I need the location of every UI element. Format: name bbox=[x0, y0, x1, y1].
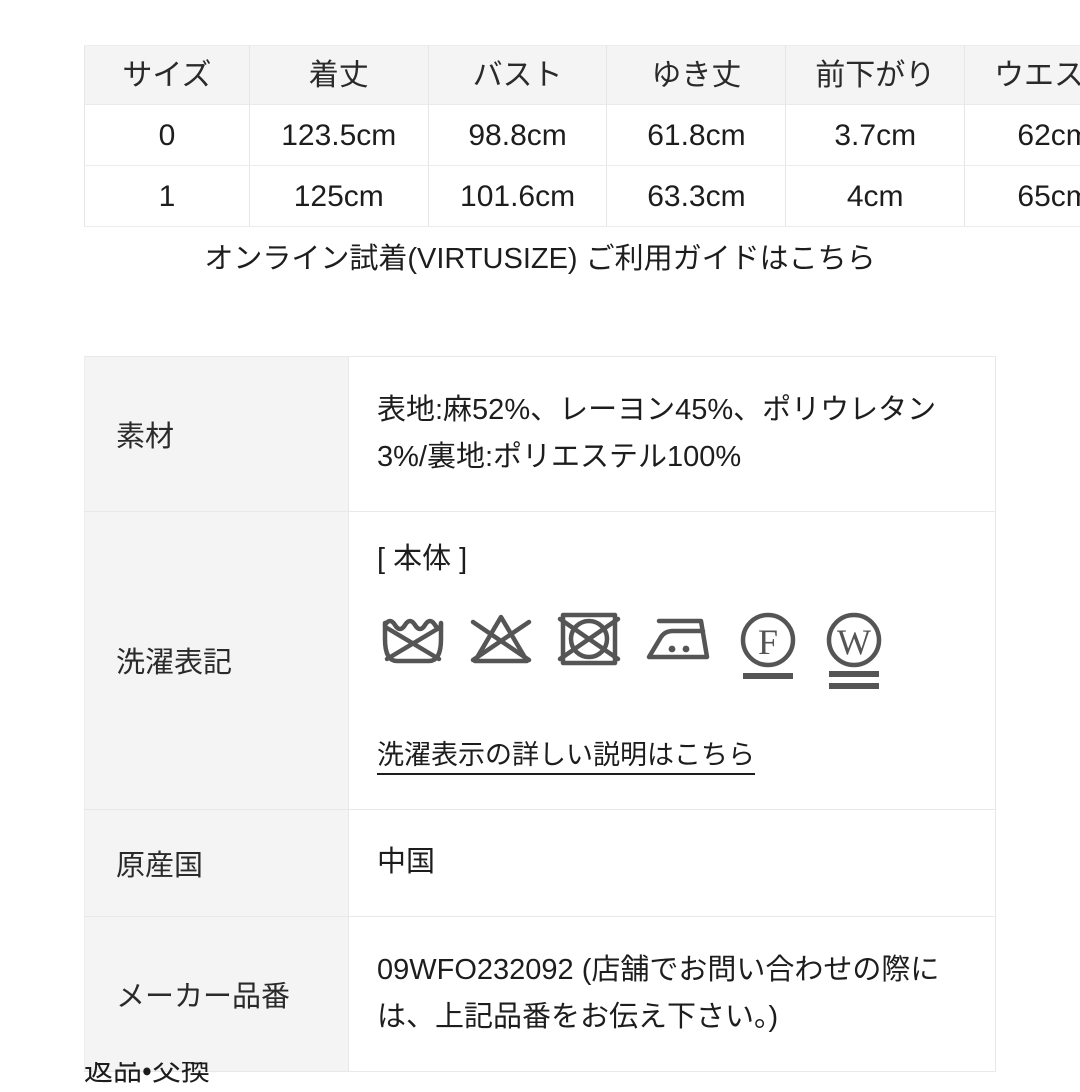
spec-label-origin: 原産国 bbox=[85, 809, 349, 916]
washing-symbol-explanation-link[interactable]: 洗濯表示の詳しい説明はこちら bbox=[377, 739, 755, 776]
size-chart-table: サイズ 着丈 バスト ゆき丈 前下がり ウエスト 0 123.5cm 98.8c… bbox=[84, 45, 1080, 227]
size-chart-cell: 1 bbox=[85, 166, 250, 227]
spec-row-material: 素材 表地:麻52%、レーヨン45%、ポリウレタン3%/裏地:ポリエステル100… bbox=[85, 357, 996, 512]
next-section-partial: 返品・交換 bbox=[84, 1062, 684, 1092]
size-chart-header-cell: ウエスト bbox=[965, 46, 1080, 105]
svg-text:F: F bbox=[758, 622, 778, 662]
product-spec-table: 素材 表地:麻52%、レーヨン45%、ポリウレタン3%/裏地:ポリエステル100… bbox=[84, 356, 996, 1072]
do-not-bleach-icon bbox=[467, 609, 535, 671]
spec-value-maker-part-number: 09WFO232092 (店舗でお問い合わせの際には、上記品番をお伝え下さい。) bbox=[349, 916, 996, 1071]
iron-medium-heat-icon bbox=[643, 609, 715, 671]
size-chart-cell: 3.7cm bbox=[786, 105, 965, 166]
dryclean-petroleum-mild-icon: F bbox=[735, 609, 801, 687]
size-chart-cell: 98.8cm bbox=[428, 105, 607, 166]
size-chart-cell: 125cm bbox=[249, 166, 428, 227]
table-row: 0 123.5cm 98.8cm 61.8cm 3.7cm 62cm bbox=[85, 105, 1080, 166]
svg-text:W: W bbox=[837, 622, 871, 662]
size-chart-cell: 4cm bbox=[786, 166, 965, 227]
size-chart-header-cell: サイズ bbox=[85, 46, 250, 105]
size-chart-cell: 63.3cm bbox=[607, 166, 786, 227]
spec-value-washing: [ 本体 ] bbox=[349, 511, 996, 809]
spec-label-material: 素材 bbox=[85, 357, 349, 512]
wetclean-very-mild-icon: W bbox=[821, 609, 887, 693]
size-chart-cell: 65cm bbox=[965, 166, 1080, 227]
care-symbol-group: F W bbox=[377, 609, 977, 693]
size-chart-header-row: サイズ 着丈 バスト ゆき丈 前下がり ウエスト bbox=[85, 46, 1080, 105]
size-chart-cell: 62cm bbox=[965, 105, 1080, 166]
size-chart-header-cell: バスト bbox=[428, 46, 607, 105]
product-spec-table-container: 素材 表地:麻52%、レーヨン45%、ポリウレタン3%/裏地:ポリエステル100… bbox=[84, 356, 995, 1072]
spec-row-maker-part-number: メーカー品番 09WFO232092 (店舗でお問い合わせの際には、上記品番をお… bbox=[85, 916, 996, 1071]
washing-body-heading: [ 本体 ] bbox=[377, 542, 977, 577]
virtusize-guide-link[interactable]: オンライン試着(VIRTUSIZE) ご利用ガイドはこちら bbox=[0, 241, 1080, 279]
spec-value-origin: 中国 bbox=[349, 809, 996, 916]
size-chart-header-cell: 前下がり bbox=[786, 46, 965, 105]
spec-row-origin: 原産国 中国 bbox=[85, 809, 996, 916]
size-chart-header-cell: ゆき丈 bbox=[607, 46, 786, 105]
do-not-wash-icon bbox=[379, 609, 447, 671]
spec-value-material: 表地:麻52%、レーヨン45%、ポリウレタン3%/裏地:ポリエステル100% bbox=[349, 357, 996, 512]
do-not-tumble-dry-icon bbox=[555, 609, 623, 671]
size-chart-cell: 101.6cm bbox=[428, 166, 607, 227]
next-section-heading-partial: 返品・交換 bbox=[84, 1062, 684, 1086]
spec-label-washing: 洗濯表記 bbox=[85, 511, 349, 809]
size-chart-cell: 0 bbox=[85, 105, 250, 166]
size-chart-header-cell: 着丈 bbox=[249, 46, 428, 105]
size-chart-table-container: サイズ 着丈 バスト ゆき丈 前下がり ウエスト 0 123.5cm 98.8c… bbox=[84, 45, 1080, 227]
size-chart-cell: 123.5cm bbox=[249, 105, 428, 166]
product-detail-page: サイズ 着丈 バスト ゆき丈 前下がり ウエスト 0 123.5cm 98.8c… bbox=[0, 0, 1080, 1080]
table-row: 1 125cm 101.6cm 63.3cm 4cm 65cm bbox=[85, 166, 1080, 227]
spec-label-maker-part-number: メーカー品番 bbox=[85, 916, 349, 1071]
size-chart-cell: 61.8cm bbox=[607, 105, 786, 166]
spec-row-washing: 洗濯表記 [ 本体 ] bbox=[85, 511, 996, 809]
